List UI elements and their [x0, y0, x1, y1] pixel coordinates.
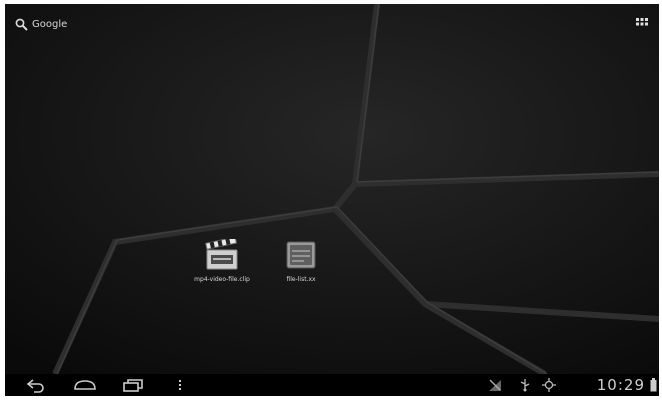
google-search-box[interactable]: Google	[15, 14, 67, 34]
app-label: mp4-video-file.clip	[194, 276, 250, 283]
search-icon	[15, 18, 28, 31]
search-label: Google	[32, 18, 68, 30]
no-signal-icon	[489, 379, 501, 391]
back-icon[interactable]	[25, 377, 47, 393]
all-apps-grid-icon[interactable]	[635, 16, 649, 30]
wallpaper	[5, 4, 659, 374]
usb-icon	[520, 379, 530, 392]
usb-debug-icon	[542, 378, 556, 392]
archive-box-icon	[286, 241, 316, 269]
clock[interactable]: 10:29	[597, 376, 645, 394]
desktop-app-shortcut[interactable]: mp4-video-file.clip	[188, 239, 256, 283]
tablet-screen: Google mp4-video-file.clip file-list.xx …	[5, 4, 659, 396]
menu-icon[interactable]	[177, 377, 183, 393]
desktop-app-shortcut[interactable]: file-list.xx	[267, 239, 335, 283]
clapperboard-icon	[205, 239, 238, 270]
battery-icon	[650, 378, 657, 392]
system-bar: 10:29	[5, 374, 659, 396]
recent-apps-icon[interactable]	[121, 377, 145, 393]
home-icon[interactable]	[72, 377, 98, 393]
app-label: file-list.xx	[286, 276, 316, 283]
